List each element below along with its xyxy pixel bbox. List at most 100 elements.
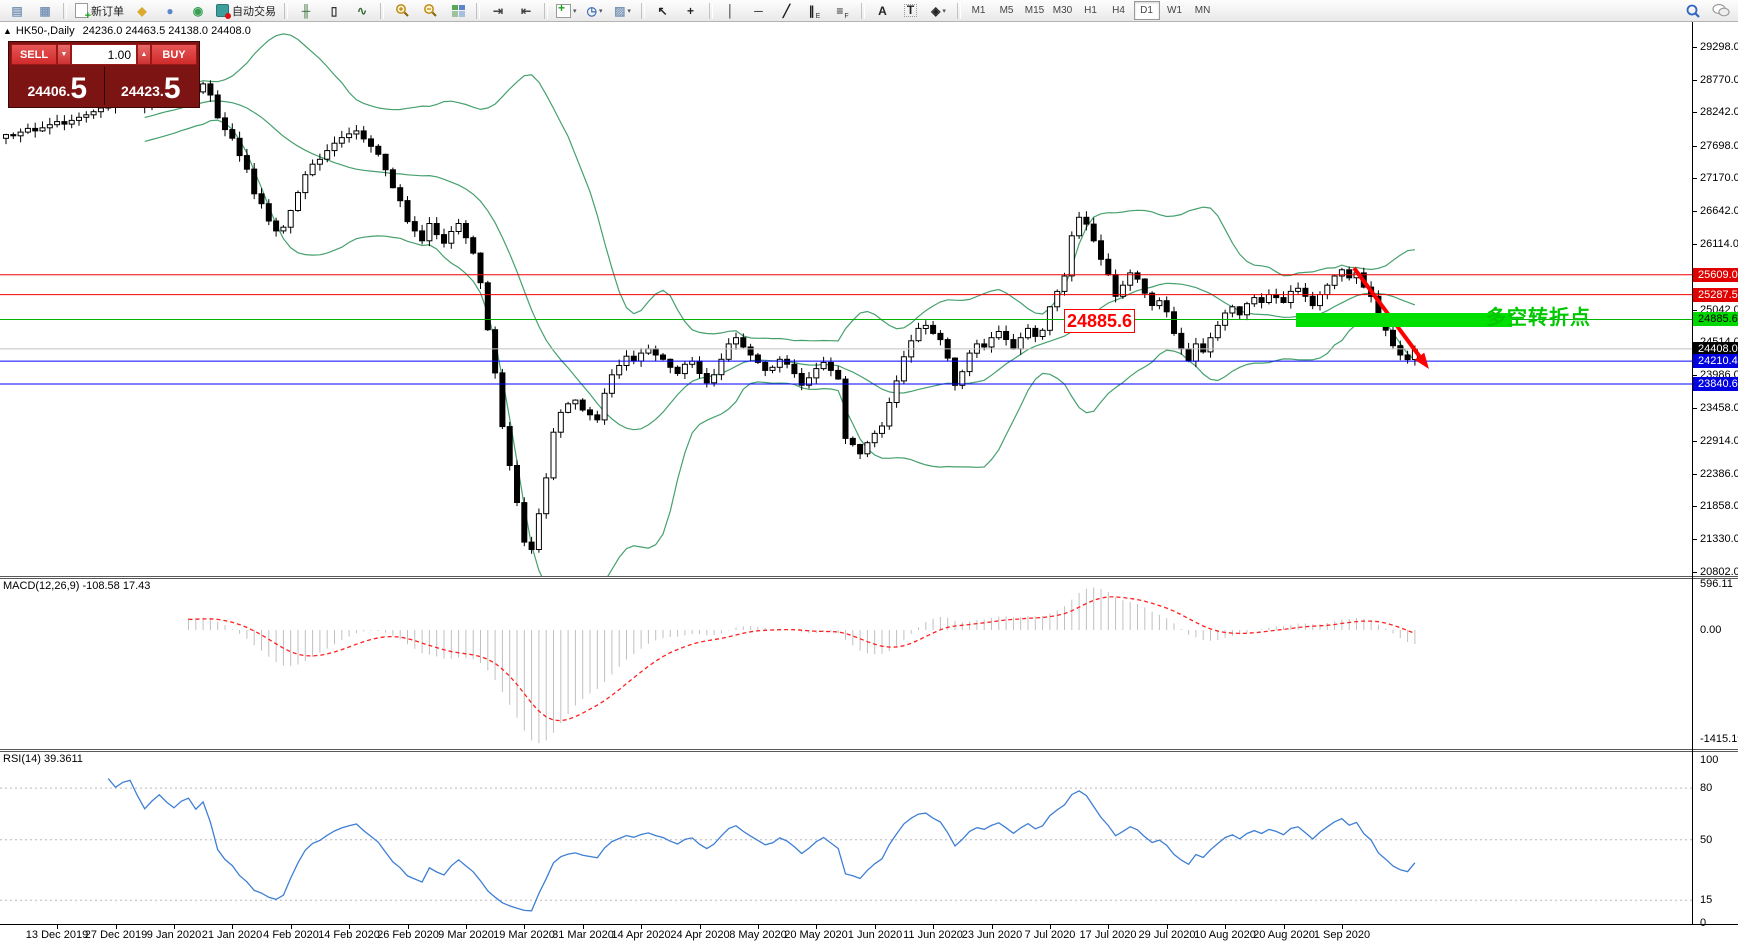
- candle-body: [1112, 274, 1119, 297]
- candle-body: [1390, 329, 1396, 347]
- sell-price[interactable]: 24406. 5: [11, 67, 104, 105]
- candle-body: [477, 252, 484, 284]
- candle-body: [83, 114, 90, 118]
- candle-body: [849, 437, 856, 446]
- candle-body: [236, 137, 243, 157]
- zone-rectangle-object[interactable]: [1296, 313, 1512, 327]
- date-label: 26 Feb 2020: [377, 929, 439, 941]
- macd-signal-line: [188, 596, 1416, 722]
- price-tick-label: 26642.0: [1700, 205, 1738, 217]
- macd-axis-label: -1415.19: [1700, 733, 1738, 745]
- candle-body: [1346, 269, 1353, 279]
- candle-body: [200, 83, 207, 93]
- candle-body: [484, 282, 491, 331]
- price-tick: [1692, 112, 1697, 113]
- pane-splitter-rsi[interactable]: [0, 749, 1738, 752]
- price-tick: [1692, 47, 1697, 48]
- candle-body: [521, 502, 528, 543]
- candle-body: [1244, 303, 1250, 316]
- date-label: 14 Apr 2020: [611, 929, 671, 941]
- buy-price[interactable]: 24423. 5: [105, 67, 198, 105]
- price-tick-label: 26114.0: [1700, 238, 1738, 250]
- candle-body: [543, 477, 550, 515]
- date-label: 17 Jul 2020: [1079, 929, 1137, 941]
- macd-axis-label: 596.11: [1700, 578, 1733, 590]
- candle-body: [243, 155, 250, 170]
- candle-body: [411, 221, 418, 232]
- price-tick-label: 21330.0: [1700, 533, 1738, 545]
- lot-size-input[interactable]: 1.00: [71, 44, 137, 65]
- macd-pane[interactable]: [188, 587, 1416, 744]
- buy-button[interactable]: BUY: [151, 44, 197, 65]
- candle-body: [17, 131, 24, 137]
- candle-body: [645, 348, 652, 354]
- candle-body: [258, 193, 265, 205]
- candle-body: [1156, 300, 1163, 307]
- candle-body: [1200, 343, 1207, 353]
- candle-body: [251, 168, 258, 195]
- price-tick: [1692, 211, 1697, 212]
- candle-body: [733, 337, 739, 345]
- candle-body: [886, 402, 893, 427]
- date-label: 27 Dec 2019: [84, 929, 148, 941]
- candle-body: [280, 226, 287, 232]
- lot-increase-button[interactable]: ▲: [137, 44, 151, 65]
- date-label: 19 Mar 2020: [493, 929, 555, 941]
- price-tick-label: 27170.0: [1700, 172, 1738, 184]
- candle-body: [1280, 297, 1287, 304]
- candle-body: [375, 145, 382, 155]
- candle-body: [492, 329, 499, 374]
- candle-body: [747, 346, 754, 356]
- date-label: 7 Jul 2020: [1024, 929, 1076, 941]
- candle-body: [3, 134, 9, 139]
- candle-body: [46, 124, 53, 129]
- rsi-label: RSI(14) 39.3611: [3, 753, 83, 765]
- ohlc-values: 24236.0 24463.5 24138.0 24408.0: [82, 25, 251, 37]
- candle-body: [316, 158, 323, 165]
- candle-body: [565, 403, 572, 413]
- candle-body: [703, 373, 710, 384]
- lot-decrease-button[interactable]: ▼: [57, 44, 71, 65]
- candle-body: [1229, 306, 1236, 314]
- candle-body: [762, 361, 769, 371]
- candle-body: [441, 234, 447, 244]
- candle-body: [900, 356, 907, 382]
- sell-button[interactable]: SELL: [11, 44, 57, 65]
- candle-body: [587, 409, 593, 416]
- candle-body: [616, 365, 623, 376]
- candle-body: [433, 223, 440, 236]
- candle-body: [360, 130, 367, 140]
- price-chart[interactable]: [0, 0, 1738, 945]
- rsi-axis-label: 0: [1700, 917, 1707, 929]
- candle-body: [696, 360, 703, 375]
- candle-body: [1134, 272, 1141, 280]
- date-label: 13 Dec 2019: [25, 929, 89, 941]
- pane-splitter-macd[interactable]: [0, 576, 1738, 579]
- candle-body: [1331, 275, 1338, 286]
- candle-body: [915, 327, 922, 342]
- date-label: 21 Jan 2020: [201, 929, 263, 941]
- candle-body: [689, 360, 696, 365]
- candle-body: [389, 169, 396, 189]
- candle-body: [1003, 331, 1010, 340]
- date-label: 20 Aug 2020: [1253, 929, 1315, 941]
- rsi-line: [107, 778, 1416, 912]
- candle-body: [24, 127, 31, 133]
- candle-body: [988, 337, 995, 348]
- price-tick: [1692, 539, 1697, 540]
- candle-body: [638, 352, 645, 362]
- candle-body: [1083, 216, 1090, 225]
- price-label-object[interactable]: 24885.6: [1064, 309, 1135, 333]
- date-label: 11 Jun 2020: [903, 929, 963, 941]
- candle-body: [419, 230, 426, 242]
- zone-text-object[interactable]: 多空转折点: [1486, 301, 1591, 330]
- candle-body: [1076, 216, 1083, 237]
- collapse-panel-arrow[interactable]: ▲: [3, 26, 12, 36]
- macd-label: MACD(12,26,9) -108.58 17.43: [3, 580, 151, 592]
- rsi-pane[interactable]: [0, 778, 1692, 912]
- candle-body: [324, 150, 331, 160]
- main-pane[interactable]: [0, 33, 1692, 599]
- candle-body: [1258, 297, 1265, 304]
- candle-body: [470, 237, 477, 254]
- candle-body: [718, 358, 725, 376]
